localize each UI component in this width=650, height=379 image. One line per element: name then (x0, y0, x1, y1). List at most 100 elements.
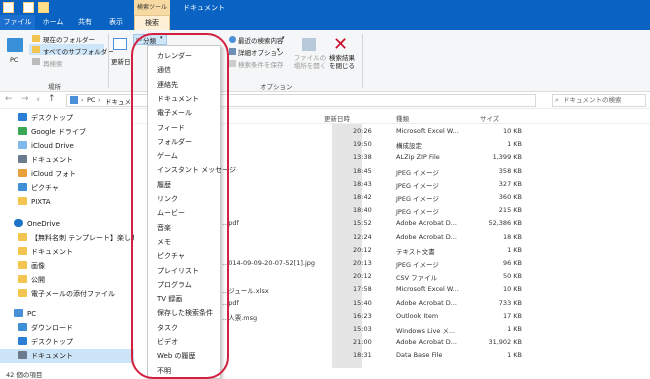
folder-icon (18, 247, 27, 255)
close-search-icon: ✕ (333, 34, 349, 55)
nav-item-onedrive-images[interactable]: 画像 (0, 259, 134, 273)
nav-item-pixta[interactable]: PIXTA (0, 195, 134, 209)
file-type: 構成設定 (396, 142, 422, 151)
back-arrow-icon[interactable]: ← (5, 94, 13, 104)
updated-date-button[interactable]: 更新日 (111, 56, 131, 66)
column-header-size[interactable]: サイズ (480, 113, 499, 123)
tab-view[interactable]: 表示 (102, 15, 130, 30)
nav-item-onedrive-documents[interactable]: ドキュメント (0, 245, 134, 259)
file-type: CSV ファイル (396, 274, 438, 283)
quick-access-folder-icon[interactable] (3, 2, 14, 13)
pc-icon (7, 38, 23, 52)
folder-icon (18, 197, 27, 205)
nav-label: OneDrive (27, 220, 60, 228)
file-size: 18 KB (502, 232, 522, 241)
window-title: ドキュメント (183, 4, 225, 12)
column-header-date[interactable]: 更新日時 (324, 113, 350, 123)
advanced-chevron-down-icon: ▾ (277, 47, 280, 53)
nav-label: PC (27, 310, 37, 318)
nav-item-onedrive-public[interactable]: 公開 (0, 273, 134, 287)
file-time: 20:12 (353, 272, 372, 281)
file-type: JPEG イメージ (396, 181, 439, 190)
nav-item-downloads[interactable]: ダウンロード (0, 321, 134, 335)
search-input[interactable]: ドキュメントの検索 (552, 94, 646, 107)
file-size: 31,902 KB (488, 338, 522, 347)
documents-icon (18, 351, 27, 359)
nav-label: ピクチャ (31, 184, 59, 192)
breadcrumb-separator-icon: › (81, 96, 84, 104)
forward-arrow-icon[interactable]: → (21, 94, 29, 104)
context-tab-header: 検索ツール (134, 0, 170, 15)
nav-item-google-drive[interactable]: Google ドライブ (0, 125, 134, 139)
file-time: 18:31 (353, 351, 372, 360)
close-search-button[interactable]: 検索結果を閉じる (327, 54, 357, 70)
file-size: 360 KB (498, 193, 522, 201)
save-search-button[interactable]: 検索条件を保存 (238, 59, 284, 69)
folder-icon (18, 275, 27, 283)
nav-item-desktop[interactable]: デスクトップ (0, 111, 134, 125)
nav-item-email-attachments[interactable]: 電子メールの添付ファイル (0, 287, 134, 301)
nav-item-pc[interactable]: PC (0, 307, 134, 321)
file-size: 1 KB (507, 325, 522, 333)
tab-search[interactable]: 検索 (134, 15, 170, 30)
nav-label: デスクトップ (31, 338, 73, 346)
nav-label: 公開 (31, 276, 45, 284)
nav-label: PIXTA (31, 198, 51, 206)
file-type: JPEG イメージ (396, 168, 439, 177)
quick-access-properties-icon[interactable] (23, 2, 34, 13)
nav-item-documents[interactable]: ドキュメント (0, 153, 134, 167)
nav-item-onedrive[interactable]: OneDrive (0, 217, 134, 231)
file-type: ALZip ZIP File (396, 153, 440, 162)
file-size: 215 KB (498, 206, 522, 215)
tab-home[interactable]: ホーム (38, 15, 68, 30)
breadcrumb-separator-icon: › (98, 96, 101, 104)
file-time: 20:12 (353, 245, 372, 254)
highlight-annotation (131, 33, 229, 379)
file-type: Adobe Acrobat D... (396, 338, 457, 347)
item-count: 42 個の項目 (6, 371, 43, 379)
file-type: JPEG イメージ (396, 261, 439, 269)
up-arrow-icon[interactable]: ↑ (48, 94, 56, 104)
ribbon: PC 現在のフォルダー すべてのサブフォルダー 再検索 場所 更新日 ▭ 分類 … (0, 30, 650, 92)
pc-button[interactable]: PC (10, 56, 18, 64)
all-subfolders-button[interactable]: すべてのサブフォルダー (43, 46, 114, 56)
nav-item-pictures[interactable]: ピクチャ (0, 181, 134, 195)
nav-label: iCloud フォト (31, 170, 77, 178)
current-folder-button[interactable]: 現在のフォルダー (43, 34, 95, 44)
navigation-pane: デスクトップ Google ドライブ iCloud Drive ドキュメント i… (0, 110, 134, 368)
tab-file[interactable]: ファイル (0, 15, 35, 30)
nav-item-pc-documents[interactable]: ドキュメント (0, 349, 134, 363)
photos-icon (18, 169, 27, 177)
file-size: 17 KB (502, 311, 522, 320)
recent-locations-chevron-icon[interactable]: ∨ (36, 96, 40, 103)
recent-searches-button[interactable]: 最近の検索内容 (238, 35, 284, 45)
file-time: 17:58 (353, 285, 372, 294)
search-again-icon (32, 58, 40, 65)
nav-item-icloud-drive[interactable]: iCloud Drive (0, 139, 134, 153)
breadcrumb-documents[interactable]: ドキュメ (105, 96, 131, 106)
nav-label: 【無料名刺 テンプレート】楽しもう OF (31, 234, 134, 242)
file-time: 18:43 (353, 179, 372, 188)
file-type: Microsoft Excel W... (396, 127, 459, 135)
quick-access-newfolder-icon[interactable] (38, 2, 49, 13)
ribbon-tab-bar: ファイル ホーム 共有 表示 検索 (0, 15, 650, 30)
search-again-button[interactable]: 再検索 (43, 58, 63, 68)
nav-label: 画像 (31, 262, 45, 270)
nav-item-icloud-photos[interactable]: iCloud フォト (0, 167, 134, 181)
breadcrumb-pc[interactable]: PC (87, 96, 95, 104)
file-size: 733 KB (498, 298, 522, 307)
open-file-location-button[interactable]: ファイルの場所を開く (293, 54, 327, 70)
file-size: 358 KB (498, 166, 522, 175)
nav-item-onedrive-template[interactable]: 【無料名刺 テンプレート】楽しもう OF (0, 231, 134, 245)
file-time: 15:40 (353, 298, 372, 307)
column-header-type[interactable]: 種類 (396, 113, 409, 123)
file-type: Windows Live メ... (396, 327, 456, 335)
file-time: 20:13 (353, 259, 372, 267)
file-size: 10 KB (502, 285, 522, 294)
file-name: ...ジュール.xlsx (222, 287, 269, 296)
nav-item-pc-desktop[interactable]: デスクトップ (0, 335, 134, 349)
file-type: Adobe Acrobat D... (396, 298, 457, 307)
file-time: 15:52 (353, 219, 372, 228)
tab-share[interactable]: 共有 (72, 15, 98, 30)
file-type: Adobe Acrobat D... (396, 232, 457, 241)
